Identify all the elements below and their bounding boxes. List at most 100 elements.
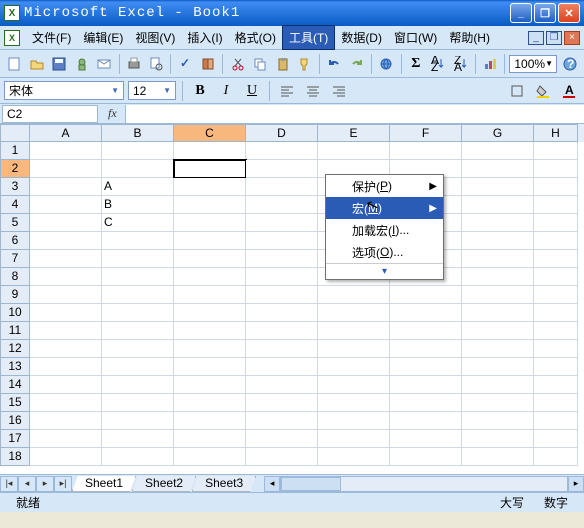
cell-A13[interactable] bbox=[30, 358, 102, 376]
undo-icon[interactable] bbox=[324, 53, 345, 75]
cell-G5[interactable] bbox=[462, 214, 534, 232]
row-header-10[interactable]: 10 bbox=[0, 304, 30, 322]
italic-button[interactable]: I bbox=[215, 80, 237, 102]
mdi-restore[interactable]: ❐ bbox=[546, 31, 562, 45]
cell-H12[interactable] bbox=[534, 340, 578, 358]
cell-D14[interactable] bbox=[246, 376, 318, 394]
cell-B4[interactable]: B bbox=[102, 196, 174, 214]
sort-desc-icon[interactable]: ZA bbox=[451, 53, 472, 75]
cell-H11[interactable] bbox=[534, 322, 578, 340]
cell-H5[interactable] bbox=[534, 214, 578, 232]
zoom-combo[interactable]: 100%▼ bbox=[509, 55, 557, 73]
row-header-2[interactable]: 2 bbox=[0, 160, 30, 178]
menu-file[interactable]: 文件(F) bbox=[26, 26, 77, 49]
cell-F9[interactable] bbox=[390, 286, 462, 304]
menu-insert[interactable]: 插入(I) bbox=[181, 26, 228, 49]
cell-E10[interactable] bbox=[318, 304, 390, 322]
cell-A3[interactable] bbox=[30, 178, 102, 196]
row-header-16[interactable]: 16 bbox=[0, 412, 30, 430]
cell-C8[interactable] bbox=[174, 268, 246, 286]
col-header-A[interactable]: A bbox=[30, 124, 102, 142]
cell-G4[interactable] bbox=[462, 196, 534, 214]
cell-G11[interactable] bbox=[462, 322, 534, 340]
col-header-H[interactable]: H bbox=[534, 124, 578, 142]
menu-window[interactable]: 窗口(W) bbox=[388, 26, 443, 49]
menu-view[interactable]: 视图(V) bbox=[129, 26, 181, 49]
spell-icon[interactable]: ✓ bbox=[175, 53, 196, 75]
cell-G9[interactable] bbox=[462, 286, 534, 304]
bold-button[interactable]: B bbox=[189, 80, 211, 102]
help-icon[interactable]: ? bbox=[559, 53, 580, 75]
cell-E11[interactable] bbox=[318, 322, 390, 340]
maximize-button[interactable]: ❐ bbox=[534, 3, 556, 23]
redo-icon[interactable] bbox=[347, 53, 368, 75]
cell-F16[interactable] bbox=[390, 412, 462, 430]
cell-B11[interactable] bbox=[102, 322, 174, 340]
cell-B13[interactable] bbox=[102, 358, 174, 376]
cell-H7[interactable] bbox=[534, 250, 578, 268]
chart-icon[interactable] bbox=[480, 53, 501, 75]
cell-B8[interactable] bbox=[102, 268, 174, 286]
cell-B10[interactable] bbox=[102, 304, 174, 322]
cell-B16[interactable] bbox=[102, 412, 174, 430]
cell-B18[interactable] bbox=[102, 448, 174, 466]
preview-icon[interactable] bbox=[146, 53, 167, 75]
close-button[interactable]: ✕ bbox=[558, 3, 580, 23]
row-header-13[interactable]: 13 bbox=[0, 358, 30, 376]
row-header-9[interactable]: 9 bbox=[0, 286, 30, 304]
cell-B15[interactable] bbox=[102, 394, 174, 412]
cell-A7[interactable] bbox=[30, 250, 102, 268]
cell-F13[interactable] bbox=[390, 358, 462, 376]
cell-H10[interactable] bbox=[534, 304, 578, 322]
cell-F11[interactable] bbox=[390, 322, 462, 340]
row-header-18[interactable]: 18 bbox=[0, 448, 30, 466]
fx-label[interactable]: fx bbox=[100, 106, 125, 121]
cell-G13[interactable] bbox=[462, 358, 534, 376]
cell-B17[interactable] bbox=[102, 430, 174, 448]
cell-D7[interactable] bbox=[246, 250, 318, 268]
col-header-F[interactable]: F bbox=[390, 124, 462, 142]
col-header-C[interactable]: C bbox=[174, 124, 246, 142]
cell-H9[interactable] bbox=[534, 286, 578, 304]
cell-D16[interactable] bbox=[246, 412, 318, 430]
cell-G7[interactable] bbox=[462, 250, 534, 268]
row-header-12[interactable]: 12 bbox=[0, 340, 30, 358]
mail-icon[interactable] bbox=[94, 53, 115, 75]
cell-F14[interactable] bbox=[390, 376, 462, 394]
cell-A6[interactable] bbox=[30, 232, 102, 250]
cell-G8[interactable] bbox=[462, 268, 534, 286]
col-header-E[interactable]: E bbox=[318, 124, 390, 142]
cell-A17[interactable] bbox=[30, 430, 102, 448]
row-header-11[interactable]: 11 bbox=[0, 322, 30, 340]
cell-G16[interactable] bbox=[462, 412, 534, 430]
cell-D3[interactable] bbox=[246, 178, 318, 196]
cell-C6[interactable] bbox=[174, 232, 246, 250]
row-header-3[interactable]: 3 bbox=[0, 178, 30, 196]
cell-A12[interactable] bbox=[30, 340, 102, 358]
cell-C15[interactable] bbox=[174, 394, 246, 412]
cell-F15[interactable] bbox=[390, 394, 462, 412]
cell-C5[interactable] bbox=[174, 214, 246, 232]
minimize-button[interactable]: _ bbox=[510, 3, 532, 23]
cell-A8[interactable] bbox=[30, 268, 102, 286]
new-icon[interactable] bbox=[4, 53, 25, 75]
cell-C11[interactable] bbox=[174, 322, 246, 340]
row-header-8[interactable]: 8 bbox=[0, 268, 30, 286]
cell-A5[interactable] bbox=[30, 214, 102, 232]
tab-first-icon[interactable]: |◂ bbox=[0, 476, 18, 492]
cell-D13[interactable] bbox=[246, 358, 318, 376]
cell-A11[interactable] bbox=[30, 322, 102, 340]
save-icon[interactable] bbox=[49, 53, 70, 75]
font-size-combo[interactable]: 12▼ bbox=[128, 81, 176, 100]
cell-A2[interactable] bbox=[30, 160, 102, 178]
format-painter-icon[interactable] bbox=[295, 53, 316, 75]
cell-C16[interactable] bbox=[174, 412, 246, 430]
cell-C3[interactable] bbox=[174, 178, 246, 196]
menu-item-宏[interactable]: 宏(M)▶ bbox=[326, 197, 443, 219]
cell-H6[interactable] bbox=[534, 232, 578, 250]
font-color-icon[interactable]: A bbox=[558, 80, 580, 102]
col-header-D[interactable]: D bbox=[246, 124, 318, 142]
name-box[interactable]: C2 bbox=[2, 105, 98, 123]
cell-D1[interactable] bbox=[246, 142, 318, 160]
cell-D11[interactable] bbox=[246, 322, 318, 340]
